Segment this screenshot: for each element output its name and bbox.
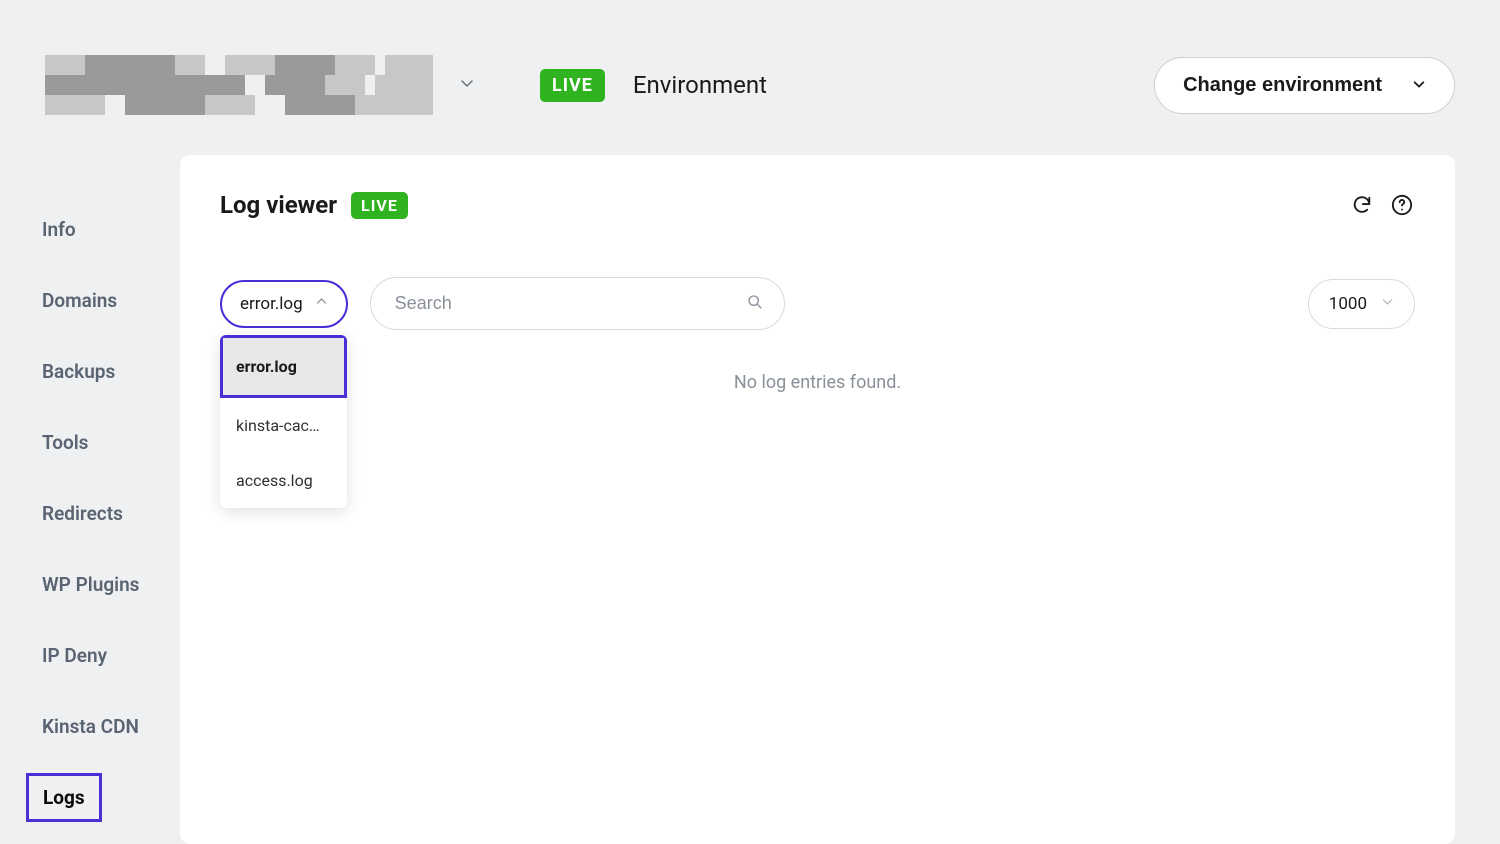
chevron-down-icon [1381,295,1394,312]
empty-log-message: No log entries found. [220,372,1415,393]
site-name-redacted [45,55,433,115]
search-input[interactable] [370,277,785,330]
controls-row: error.log 1000 error.log kinsta-cac [220,277,1415,330]
log-file-select[interactable]: error.log [220,280,348,328]
dropdown-option-error-log[interactable]: error.log [220,335,347,398]
sidebar-item-info[interactable]: Info [42,205,76,254]
dropdown-option-kinsta-cache[interactable]: kinsta-cac… [220,398,347,453]
dropdown-option-access-log[interactable]: access.log [220,453,347,508]
search-wrapper [370,277,785,330]
change-environment-button[interactable]: Change environment [1154,57,1455,114]
log-file-select-value: error.log [240,294,303,314]
panel-header: Log viewer LIVE [220,191,1415,219]
change-environment-label: Change environment [1183,74,1382,97]
refresh-icon[interactable] [1349,192,1375,218]
log-file-dropdown: error.log kinsta-cac… access.log [220,335,347,508]
site-dropdown-chevron-icon[interactable] [459,75,475,96]
sidebar: Info Domains Backups Tools Redirects WP … [0,155,180,844]
sidebar-item-redirects[interactable]: Redirects [42,489,123,538]
sidebar-item-wp-plugins[interactable]: WP Plugins [42,560,139,609]
environment-live-badge: LIVE [540,69,605,102]
sidebar-item-backups[interactable]: Backups [42,347,115,396]
lines-count-value: 1000 [1329,294,1367,314]
sidebar-item-tools[interactable]: Tools [42,418,88,467]
chevron-down-icon [1412,77,1426,94]
chevron-up-icon [315,295,328,312]
log-viewer-panel: Log viewer LIVE error.log [180,155,1455,844]
panel-actions [1349,192,1415,218]
environment-label: Environment [633,71,767,99]
sidebar-item-kinsta-cdn[interactable]: Kinsta CDN [42,702,139,751]
page-header: LIVE Environment Change environment [0,0,1500,155]
content-area: Info Domains Backups Tools Redirects WP … [0,155,1500,844]
panel-title: Log viewer [220,191,337,219]
sidebar-item-logs[interactable]: Logs [26,773,102,822]
lines-count-select[interactable]: 1000 [1308,279,1415,329]
sidebar-item-domains[interactable]: Domains [42,276,117,325]
panel-live-badge: LIVE [351,192,408,219]
help-icon[interactable] [1389,192,1415,218]
sidebar-item-ip-deny[interactable]: IP Deny [42,631,107,680]
